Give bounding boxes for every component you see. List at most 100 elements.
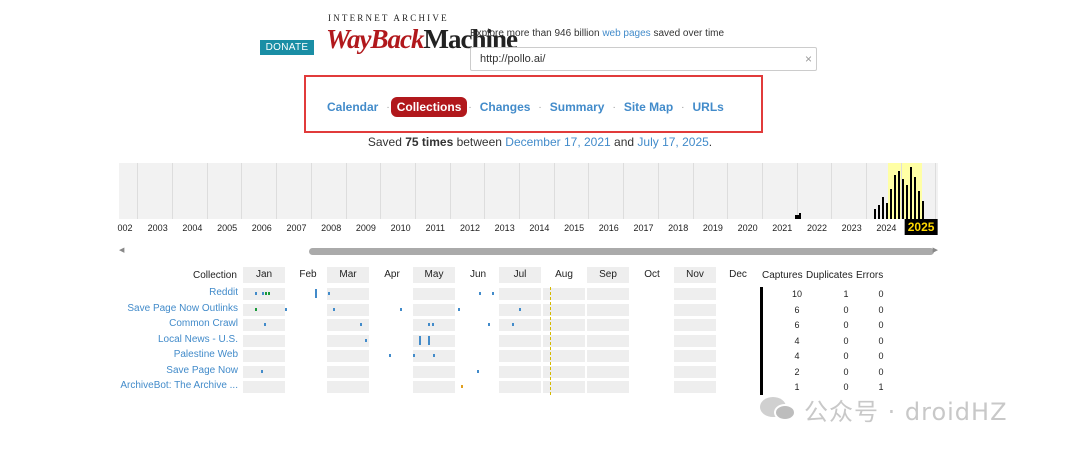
year-column[interactable] xyxy=(277,163,312,219)
year-label[interactable]: 2017 xyxy=(633,223,653,233)
capture-bar[interactable] xyxy=(890,189,892,219)
month-cell[interactable] xyxy=(287,288,329,300)
year-column[interactable] xyxy=(485,163,521,219)
month-cell[interactable] xyxy=(243,288,285,300)
month-cell[interactable] xyxy=(371,335,413,347)
month-cell[interactable] xyxy=(243,381,285,393)
capture-bar[interactable] xyxy=(906,185,908,219)
month-cell[interactable] xyxy=(287,381,329,393)
year-label[interactable]: 2006 xyxy=(252,223,272,233)
month-cell[interactable] xyxy=(413,288,455,300)
year-column[interactable] xyxy=(763,163,798,219)
month-cell[interactable] xyxy=(631,381,673,393)
month-cell[interactable] xyxy=(371,304,413,316)
year-column[interactable] xyxy=(312,163,347,219)
month-cell[interactable] xyxy=(717,381,759,393)
capture-tick[interactable] xyxy=(458,307,460,311)
capture-sparkline[interactable] xyxy=(119,163,938,219)
year-label[interactable]: 2009 xyxy=(356,223,376,233)
capture-tick[interactable] xyxy=(477,369,479,373)
capture-bar[interactable] xyxy=(902,179,904,219)
year-column[interactable] xyxy=(728,163,763,219)
year-label[interactable]: 2014 xyxy=(529,223,549,233)
scroll-thumb[interactable] xyxy=(309,248,934,255)
month-cell[interactable] xyxy=(457,335,499,347)
year-column[interactable] xyxy=(173,163,208,219)
capture-bar[interactable] xyxy=(886,203,888,219)
year-label[interactable]: 2018 xyxy=(668,223,688,233)
capture-tick[interactable] xyxy=(512,323,514,326)
capture-tick[interactable] xyxy=(400,307,402,311)
capture-bar[interactable] xyxy=(898,171,900,219)
month-cell[interactable] xyxy=(371,288,413,300)
month-cell[interactable] xyxy=(674,350,716,362)
month-cell[interactable] xyxy=(287,304,329,316)
year-column[interactable] xyxy=(555,163,590,219)
year-column[interactable] xyxy=(589,163,625,219)
timeline-scrollbar[interactable]: ◀ ▶ xyxy=(119,246,938,256)
capture-tick[interactable] xyxy=(428,335,430,345)
collection-link[interactable]: Save Page Now xyxy=(90,365,238,376)
year-column[interactable] xyxy=(798,163,833,219)
year-column[interactable] xyxy=(659,163,694,219)
month-cell[interactable] xyxy=(371,381,413,393)
month-cell[interactable] xyxy=(674,303,716,316)
capture-tick[interactable] xyxy=(419,335,421,345)
month-cell[interactable] xyxy=(674,381,716,393)
month-cell[interactable] xyxy=(413,381,455,393)
month-cell[interactable] xyxy=(631,335,673,347)
month-cell[interactable] xyxy=(457,381,499,393)
month-cell[interactable] xyxy=(674,365,716,378)
capture-tick[interactable] xyxy=(360,323,362,326)
month-cell[interactable] xyxy=(717,335,759,347)
month-cell[interactable] xyxy=(413,319,455,331)
month-cell[interactable] xyxy=(499,319,541,331)
year-column[interactable] xyxy=(832,163,868,219)
month-cell[interactable] xyxy=(587,350,629,362)
month-cell[interactable] xyxy=(413,365,455,378)
month-cell[interactable] xyxy=(371,350,413,362)
capture-bar[interactable] xyxy=(918,191,920,219)
capture-tick[interactable] xyxy=(285,307,287,311)
tab-urls[interactable]: URLs xyxy=(686,97,731,117)
capture-tick[interactable] xyxy=(265,292,267,295)
tab-summary[interactable]: Summary xyxy=(543,97,612,117)
month-cell[interactable] xyxy=(717,288,759,300)
year-column[interactable] xyxy=(242,163,278,219)
collection-link[interactable]: ArchiveBot: The Archive ... xyxy=(90,380,238,391)
capture-bar[interactable] xyxy=(878,205,880,219)
tab-changes[interactable]: Changes xyxy=(473,97,538,117)
month-cell[interactable] xyxy=(327,365,369,378)
capture-tick[interactable] xyxy=(461,385,463,388)
capture-tick[interactable] xyxy=(255,307,257,311)
capture-tick[interactable] xyxy=(432,323,434,326)
year-column[interactable] xyxy=(381,163,416,219)
month-cell[interactable] xyxy=(371,319,413,331)
tab-calendar[interactable]: Calendar xyxy=(320,97,385,117)
wayback-logo[interactable]: INTERNET ARCHIVE WayBackMachine xyxy=(326,13,518,63)
year-label[interactable]: 2021 xyxy=(772,223,792,233)
capture-tick[interactable] xyxy=(479,292,481,295)
capture-bar[interactable] xyxy=(914,177,916,219)
month-cell[interactable] xyxy=(243,350,285,362)
month-cell[interactable] xyxy=(587,288,629,300)
year-column[interactable] xyxy=(347,163,382,219)
year-column[interactable] xyxy=(694,163,729,219)
month-cell[interactable] xyxy=(631,350,673,362)
first-capture-link[interactable]: December 17, 2021 xyxy=(505,135,610,149)
month-cell[interactable] xyxy=(243,303,285,316)
capture-tick[interactable] xyxy=(328,292,330,295)
capture-tick[interactable] xyxy=(255,292,257,295)
month-cell[interactable] xyxy=(371,366,413,378)
year-label[interactable]: 2010 xyxy=(391,223,411,233)
collection-link[interactable]: Local News - U.S. xyxy=(90,334,238,345)
capture-tick[interactable] xyxy=(519,307,521,311)
month-cell[interactable] xyxy=(287,319,329,331)
scroll-left-icon[interactable]: ◀ xyxy=(119,246,124,254)
year-column[interactable] xyxy=(867,163,902,219)
year-label[interactable]: 2015 xyxy=(564,223,584,233)
year-label[interactable]: 2005 xyxy=(217,223,237,233)
month-cell[interactable] xyxy=(674,319,716,331)
month-cell[interactable] xyxy=(587,381,629,393)
last-capture-link[interactable]: July 17, 2025 xyxy=(637,135,708,149)
